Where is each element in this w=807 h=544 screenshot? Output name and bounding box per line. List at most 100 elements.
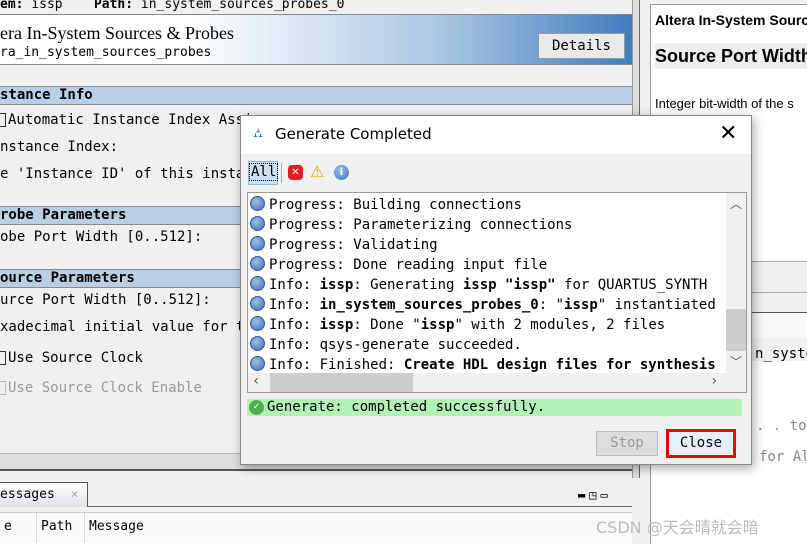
- help-heading: Source Port Width: [655, 43, 807, 69]
- scroll-up-icon[interactable]: ︿: [730, 195, 742, 212]
- generate-completed-dialog: ⛼ Generate Completed ✕ All ✕ ⚠ i Progres…: [240, 115, 752, 465]
- minimize-icon[interactable]: ▬: [578, 488, 589, 502]
- info-icon: [250, 276, 265, 291]
- help-text: Integer bit-width of the s: [655, 96, 794, 111]
- log-end: " instantiated: [597, 297, 716, 313]
- use-source-clock-enable-label: Use Source Clock Enable: [8, 380, 202, 396]
- log-bold2: issp: [564, 297, 598, 313]
- log-bold1: issp: [319, 317, 354, 333]
- log-row[interactable]: Progress: Parameterizing connections: [250, 214, 572, 234]
- log-row[interactable]: Info: in_system_sources_probes_0: "issp"…: [250, 294, 716, 314]
- info-icon: [250, 356, 265, 371]
- help-note-2: for Al: [759, 449, 807, 465]
- error-filter-icon[interactable]: ✕: [288, 165, 303, 180]
- auto-index-checkbox[interactable]: Automatic Instance Index Assi: [0, 112, 252, 128]
- info-icon: [250, 316, 265, 331]
- panel-controls: ▬◳▭: [578, 488, 612, 502]
- log-mid: Finished:: [319, 357, 404, 373]
- dialog-title: Generate Completed: [275, 125, 432, 143]
- log-prefix: Info:: [269, 277, 320, 293]
- log-mid: Done reading input file: [353, 257, 548, 273]
- instance-id-description: e 'Instance ID' of this instan: [0, 166, 253, 182]
- log-bold1: issp: [319, 277, 354, 293]
- scroll-thumb[interactable]: [726, 309, 746, 351]
- log-end: " with 2 modules, 2 files: [454, 317, 666, 333]
- log-mid: : Done ": [353, 317, 421, 333]
- maximize-icon[interactable]: ▭: [600, 488, 611, 502]
- source-width-label: urce Port Width [0..512]:: [0, 292, 211, 308]
- log-row[interactable]: Progress: Done reading input file: [250, 254, 547, 274]
- column-type[interactable]: e: [0, 513, 37, 543]
- column-path[interactable]: Path: [37, 513, 85, 543]
- close-button[interactable]: Close: [666, 429, 736, 458]
- auto-index-label: Automatic Instance Index Assi: [8, 112, 253, 128]
- messages-tab-label: essages: [0, 487, 55, 502]
- details-button[interactable]: Details: [538, 33, 625, 59]
- log-mid: Validating: [353, 237, 438, 253]
- status-text: Generate: completed successfully.: [267, 399, 546, 415]
- log-row[interactable]: Info: Finished: Create HDL design files …: [250, 354, 716, 374]
- log-row[interactable]: Info: issp: Done "issp" with 2 modules, …: [250, 314, 665, 334]
- system-label: em:: [0, 0, 24, 12]
- log-mid: Building connections: [353, 197, 522, 213]
- hierarchy-icon: ⛼: [253, 126, 264, 141]
- messages-table: e Path Message: [0, 512, 632, 544]
- log-row[interactable]: Info: qsys-generate succeeded.: [250, 334, 522, 354]
- check-circle-icon: ✓: [249, 400, 264, 415]
- log-end: for QUARTUS_SYNTH: [555, 277, 708, 293]
- detach-icon[interactable]: ◳: [589, 488, 600, 502]
- log-prefix: Info:: [269, 317, 320, 333]
- path-value: in_system_sources_probes_0: [140, 0, 345, 12]
- log-bold2: issp "issp": [462, 277, 556, 293]
- section-instance-info: stance Info: [0, 86, 632, 105]
- info-icon: [250, 236, 265, 251]
- probe-width-label: obe Port Width [0..512]:: [0, 229, 203, 245]
- use-source-clock-enable-checkbox[interactable]: Use Source Clock Enable: [0, 380, 202, 396]
- tab-messages[interactable]: essages ✕: [0, 482, 88, 507]
- log-bold2: Create HDL design files for synthesis: [403, 357, 716, 373]
- log-prefix: Info:: [269, 337, 320, 353]
- column-message[interactable]: Message: [85, 513, 632, 543]
- close-icon[interactable]: ✕: [719, 122, 737, 146]
- vertical-scrollbar[interactable]: ︿ ﹀: [726, 193, 746, 373]
- component-path-bar: em: issp Path: in_system_sources_probes_…: [0, 0, 632, 14]
- hscroll-thumb[interactable]: [270, 373, 413, 392]
- log-prefix: Progress:: [269, 197, 354, 213]
- component-name: ra_in_system_sources_probes: [0, 45, 212, 60]
- horizontal-scrollbar[interactable]: ‹ ›: [248, 373, 746, 392]
- warning-filter-icon[interactable]: ⚠: [310, 162, 324, 181]
- system-value: issp: [31, 0, 63, 12]
- log-bold2: issp: [420, 317, 455, 333]
- status-success-bar: ✓ Generate: completed successfully.: [247, 399, 742, 416]
- close-tab-icon[interactable]: ✕: [71, 487, 79, 502]
- dialog-titlebar[interactable]: ⛼ Generate Completed ✕: [241, 116, 751, 154]
- info-filter-icon[interactable]: i: [334, 165, 349, 180]
- scroll-down-icon[interactable]: ﹀: [730, 353, 742, 370]
- checkbox-icon[interactable]: [0, 381, 6, 395]
- log-row[interactable]: Info: issp: Generating issp "issp" for Q…: [250, 274, 707, 294]
- log-prefix: Info:: [269, 357, 320, 373]
- info-icon: [250, 296, 265, 311]
- log-row[interactable]: Progress: Validating: [250, 234, 438, 254]
- checkbox-icon[interactable]: [0, 351, 6, 365]
- scroll-left-icon[interactable]: ‹: [252, 373, 260, 389]
- component-title: era In-System Sources & Probes: [0, 23, 234, 43]
- log-bold1: in_system_sources_probes_0: [319, 297, 539, 313]
- log-list: Progress: Building connections Progress: …: [247, 192, 747, 393]
- info-icon: [250, 256, 265, 271]
- watermark: CSDN @天会晴就会暗: [596, 518, 759, 537]
- filter-all-button[interactable]: All: [248, 161, 279, 185]
- log-prefix: Progress:: [269, 217, 354, 233]
- checkbox-icon[interactable]: [0, 113, 6, 127]
- scroll-right-icon[interactable]: ›: [710, 373, 718, 389]
- use-source-clock-checkbox[interactable]: Use Source Clock: [0, 350, 143, 366]
- toolbar-separator: [281, 163, 282, 183]
- filter-all-label: All: [249, 163, 279, 181]
- stop-button[interactable]: Stop: [596, 431, 658, 456]
- log-mid: : ": [538, 297, 565, 313]
- hierarchy-item[interactable]: n_syste: [755, 346, 807, 362]
- info-icon: [250, 196, 265, 211]
- help-note: . . to: [756, 418, 807, 434]
- log-row[interactable]: Progress: Building connections: [250, 194, 522, 214]
- hex-initial-label: xadecimal initial value for th: [0, 319, 253, 335]
